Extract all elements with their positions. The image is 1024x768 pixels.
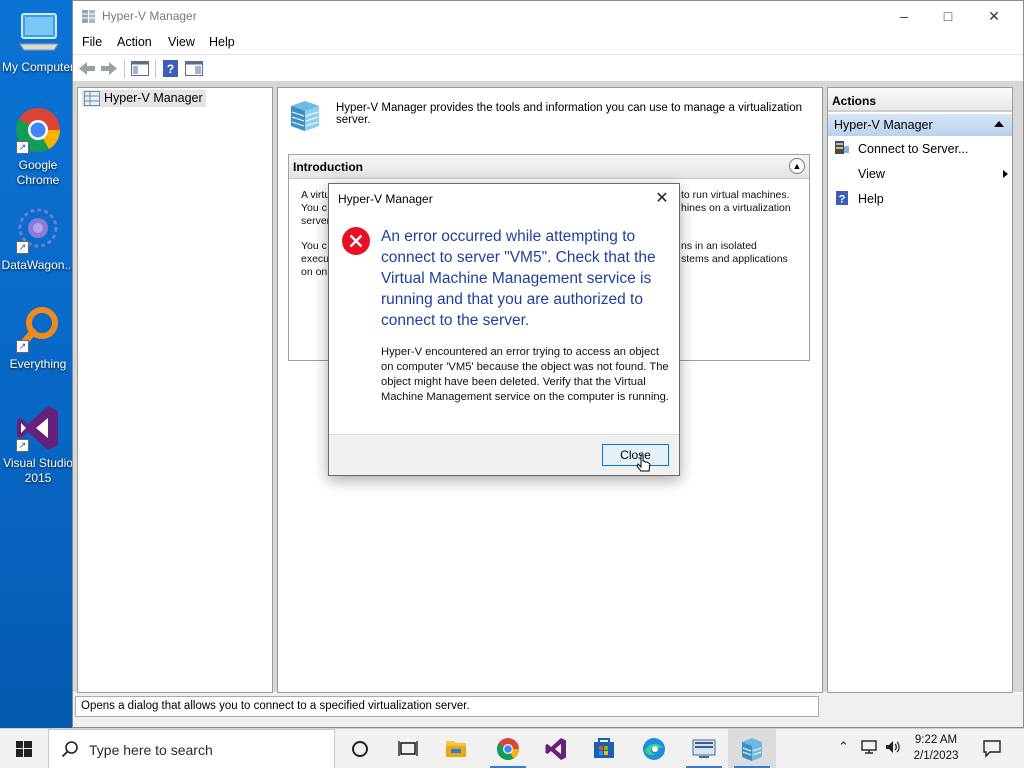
actions-group-label: Hyper-V Manager (834, 118, 933, 132)
visual-studio-icon[interactable] (532, 729, 580, 768)
chrome-icon[interactable] (484, 729, 532, 768)
desktop-icon-datawagon[interactable]: ↗ DataWagon... (0, 206, 76, 273)
desktop-icon-label: Everything (9, 357, 67, 371)
action-view[interactable]: View (828, 162, 1012, 186)
show-hidden-icons-icon[interactable]: ⌃ (838, 739, 849, 755)
back-arrow-icon[interactable] (77, 59, 97, 78)
visual-studio-icon: ↗ (14, 404, 62, 452)
network-icon[interactable] (860, 739, 878, 758)
action-label: Connect to Server... (858, 142, 969, 156)
error-dialog: Hyper-V Manager ✕ An error occurred whil… (328, 183, 680, 476)
datawagon-icon: ↗ (14, 206, 62, 254)
status-bar: Opens a dialog that allows you to connec… (73, 693, 1023, 727)
windows-start-icon[interactable] (0, 729, 48, 768)
hyper-v-manager-icon (84, 91, 100, 106)
status-text: Opens a dialog that allows you to connec… (75, 696, 819, 717)
action-label: Help (858, 192, 884, 206)
desktop-icon-google-chrome[interactable]: ↗ Google Chrome (0, 106, 76, 188)
intro-line-right: ns in an isolated (681, 240, 757, 252)
menu-file[interactable]: File (82, 35, 102, 49)
submenu-arrow-icon (1003, 170, 1008, 178)
collapse-triangle-icon[interactable] (994, 121, 1004, 127)
volume-icon[interactable] (884, 739, 902, 758)
desktop-icon-label: DataWagon... (1, 258, 75, 272)
minimize-icon[interactable]: – (881, 1, 927, 32)
svg-text:?: ? (839, 194, 846, 206)
desktop-icon-label: Google Chrome (16, 158, 60, 187)
desktop-icon-everything[interactable]: ↗ Everything (0, 305, 76, 372)
dialog-title: Hyper-V Manager (338, 192, 433, 206)
forward-arrow-icon[interactable] (99, 59, 119, 78)
help-icon: ? (834, 190, 850, 206)
show-hide-console-tree-icon[interactable] (130, 59, 150, 78)
actions-pane: Actions Hyper-V Manager Connect to Serve… (827, 87, 1013, 693)
tree-item-label: Hyper-V Manager (104, 91, 203, 105)
pane-description: Hyper-V Manager provides the tools and i… (336, 102, 803, 126)
menu-action[interactable]: Action (117, 35, 152, 49)
error-icon (341, 226, 371, 256)
svg-text:?: ? (167, 62, 174, 76)
intro-line: You c (301, 240, 327, 252)
introduction-header[interactable]: Introduction ▲ (289, 155, 809, 179)
tree-item-hyper-v-manager[interactable]: Hyper-V Manager (82, 90, 206, 107)
dialog-close-icon[interactable]: ✕ (651, 186, 673, 212)
intro-line: A virtu (301, 189, 331, 201)
hyper-v-manager-icon (81, 9, 97, 24)
action-help[interactable]: ? Help (828, 187, 1012, 211)
taskbar-clock[interactable]: 9:22 AM 2/1/2023 (904, 732, 968, 764)
remote-desktop-icon[interactable] (680, 729, 728, 768)
computer-icon (14, 8, 62, 56)
close-icon[interactable]: ✕ (971, 1, 1017, 32)
connect-server-icon (834, 140, 850, 156)
mouse-pointer-icon (636, 454, 654, 476)
edge-icon[interactable] (630, 729, 678, 768)
intro-line: You c (301, 202, 327, 214)
desktop-icon-label: My Computer (1, 60, 75, 74)
dialog-footer: Close (329, 434, 679, 475)
console-tree: Hyper-V Manager (77, 87, 273, 693)
dialog-detail-text: Hyper-V encountered an error trying to a… (381, 346, 669, 403)
desktop-icon-label: Visual Studio 2015 (3, 456, 73, 485)
collapse-icon[interactable]: ▲ (789, 158, 805, 174)
notifications-icon[interactable] (982, 738, 1002, 761)
action-connect-to-server[interactable]: Connect to Server... (828, 137, 1012, 161)
dialog-main-instruction: An error occurred while attempting to co… (381, 228, 656, 329)
hyper-v-manager-icon[interactable] (728, 729, 776, 768)
window-title: Hyper-V Manager (102, 9, 197, 23)
taskbar: Type here to search ⌃ 9:22 AM 2/1/2023 (0, 728, 1024, 768)
toolbar: ? (73, 54, 1023, 81)
intro-line-right: to run virtual machines. (681, 189, 790, 201)
clock-time: 9:22 AM (914, 734, 958, 746)
cortana-icon[interactable] (336, 729, 384, 768)
taskbar-search-box[interactable]: Type here to search (48, 729, 335, 768)
actions-title: Actions (832, 94, 877, 108)
search-icon (61, 740, 79, 758)
task-view-icon[interactable] (384, 729, 432, 768)
clock-date: 2/1/2023 (913, 750, 959, 762)
search-placeholder: Type here to search (89, 742, 213, 758)
desktop-icon-my-computer[interactable]: My Computer (0, 8, 76, 75)
chrome-icon: ↗ (14, 106, 62, 154)
intro-line-right: stems and applications (681, 253, 788, 265)
everything-search-icon: ↗ (14, 305, 62, 353)
menu-bar: File Action View Help (73, 32, 1023, 53)
hyper-v-server-icon (288, 98, 322, 132)
maximize-icon[interactable]: □ (925, 1, 971, 32)
title-bar[interactable]: Hyper-V Manager – □ ✕ (73, 1, 1023, 32)
menu-view[interactable]: View (168, 35, 195, 49)
intro-line: execu (301, 253, 330, 265)
desktop-icon-visual-studio[interactable]: ↗ Visual Studio 2015 (0, 404, 76, 486)
file-explorer-icon[interactable] (432, 729, 480, 768)
menu-help[interactable]: Help (209, 35, 235, 49)
actions-group-hyper-v-manager[interactable]: Hyper-V Manager (828, 114, 1012, 136)
action-label: View (858, 167, 885, 181)
actions-header: Actions (828, 88, 1012, 112)
store-icon[interactable] (580, 729, 628, 768)
show-hide-action-pane-icon[interactable] (184, 59, 204, 78)
intro-line-right: hines on a virtualization (681, 202, 791, 214)
help-icon[interactable]: ? (161, 59, 181, 78)
introduction-title: Introduction (293, 160, 363, 174)
